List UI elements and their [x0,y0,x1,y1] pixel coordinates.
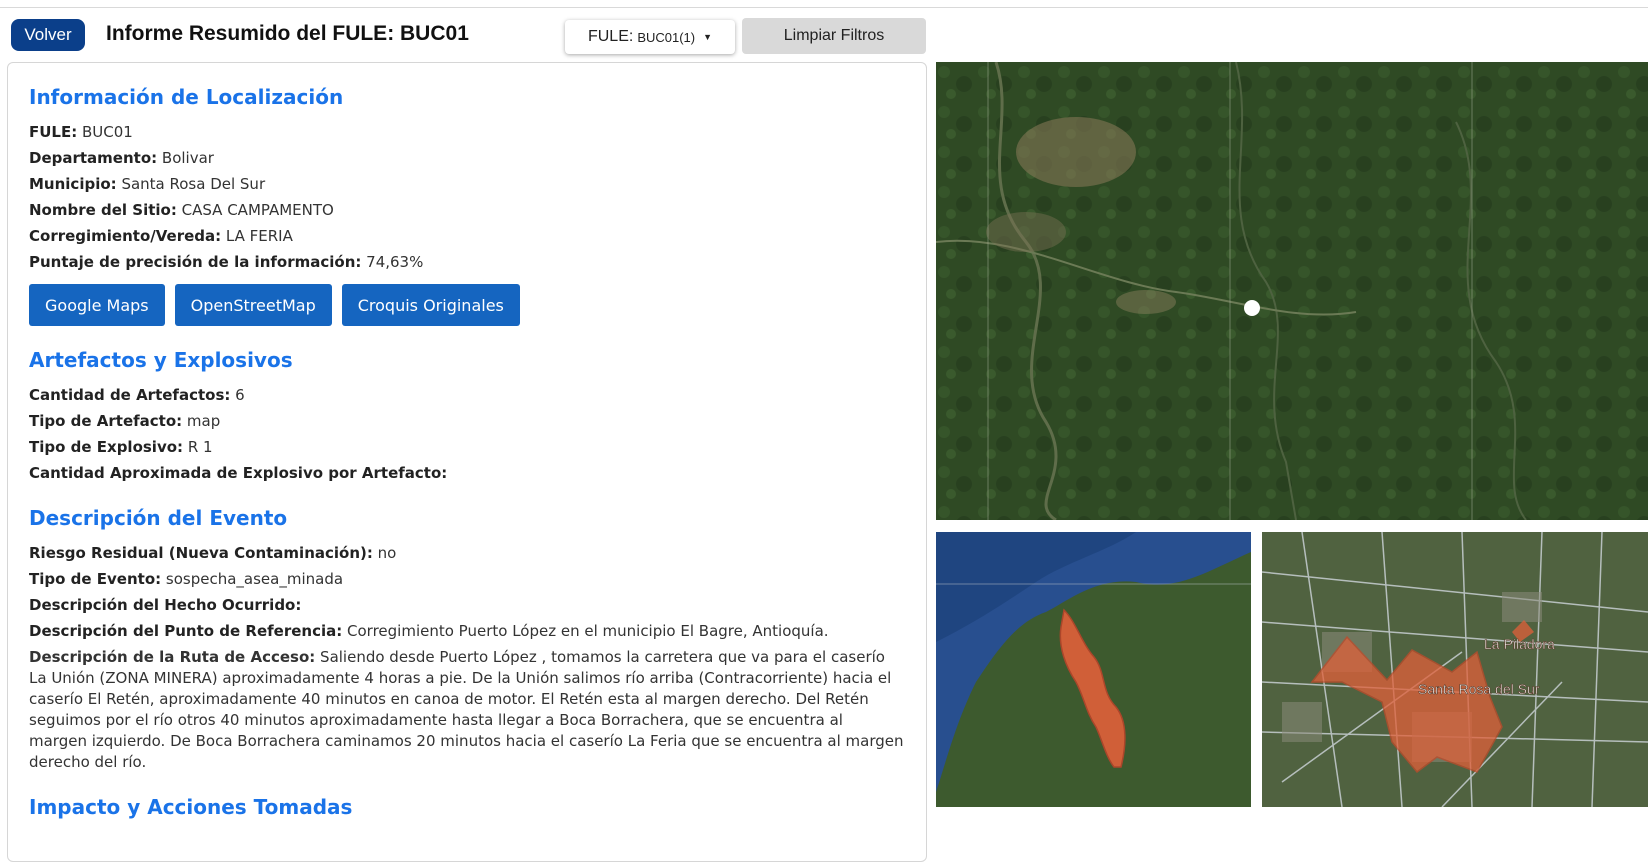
map-label-santa-rosa: Santa Rosa del Sur [1418,681,1540,697]
field-corregimiento: Corregimiento/Vereda: LA FERIA [29,227,293,245]
report-panel[interactable]: Información de Localización FULE: BUC01 … [7,62,927,862]
map-label-piladora: La Piladora [1484,636,1555,652]
section-title-evento: Descripción del Evento [29,506,288,530]
location-marker[interactable] [1244,300,1260,316]
field-municipio: Municipio: Santa Rosa Del Sur [29,175,266,193]
field-cantidad-artefactos: Cantidad de Artefactos: 6 [29,386,245,404]
header: Volver Informe Resumido del FULE: BUC01 … [0,0,975,62]
openstreetmap-button[interactable]: OpenStreetMap [174,284,332,326]
field-fule: FULE: BUC01 [29,123,133,141]
fule-select-value: BUC01(1) [637,29,696,45]
fule-select-prefix: FULE: [587,28,634,45]
field-puntaje: Puntaje de precisión de la información: … [29,253,424,271]
field-cantidad-explosivo: Cantidad Aproximada de Explosivo por Art… [29,464,448,482]
back-button[interactable]: Volver [11,19,85,51]
field-hecho: Descripción del Hecho Ocurrido: [29,596,302,614]
field-tipo-explosivo: Tipo de Explosivo: R 1 [29,438,213,456]
field-tipo-evento: Tipo de Evento: sospecha_asea_minada [29,570,344,588]
field-departamento: Departamento: Bolivar [29,149,214,167]
field-riesgo: Riesgo Residual (Nueva Contaminación): n… [29,544,397,562]
field-referencia: Descripción del Punto de Referencia: Cor… [29,622,829,640]
field-ruta: Descripción de la Ruta de Acceso: Salien… [29,648,904,771]
section-title-artefactos: Artefactos y Explosivos [29,348,293,372]
satellite-map-main[interactable] [936,62,1648,520]
satellite-map-region[interactable] [936,532,1251,807]
page-title: Informe Resumido del FULE: BUC01 [106,22,469,45]
section-title-localizacion: Información de Localización [29,85,344,109]
field-sitio: Nombre del Sitio: CASA CAMPAMENTO [29,201,334,219]
fule-select[interactable]: FULE: BUC01(1) ▼ [565,20,735,54]
croquis-button[interactable]: Croquis Originales [341,284,520,326]
chevron-down-icon: ▼ [703,32,713,42]
clear-filters-button[interactable]: Limpiar Filtros [742,18,926,54]
field-tipo-artefacto: Tipo de Artefacto: map [29,412,221,430]
google-maps-button[interactable]: Google Maps [29,284,165,326]
section-title-impacto: Impacto y Acciones Tomadas [29,795,353,819]
satellite-map-town[interactable]: La Piladora Santa Rosa del Sur [1262,532,1648,807]
link-buttons: Google Maps OpenStreetMap Croquis Origin… [29,284,905,326]
